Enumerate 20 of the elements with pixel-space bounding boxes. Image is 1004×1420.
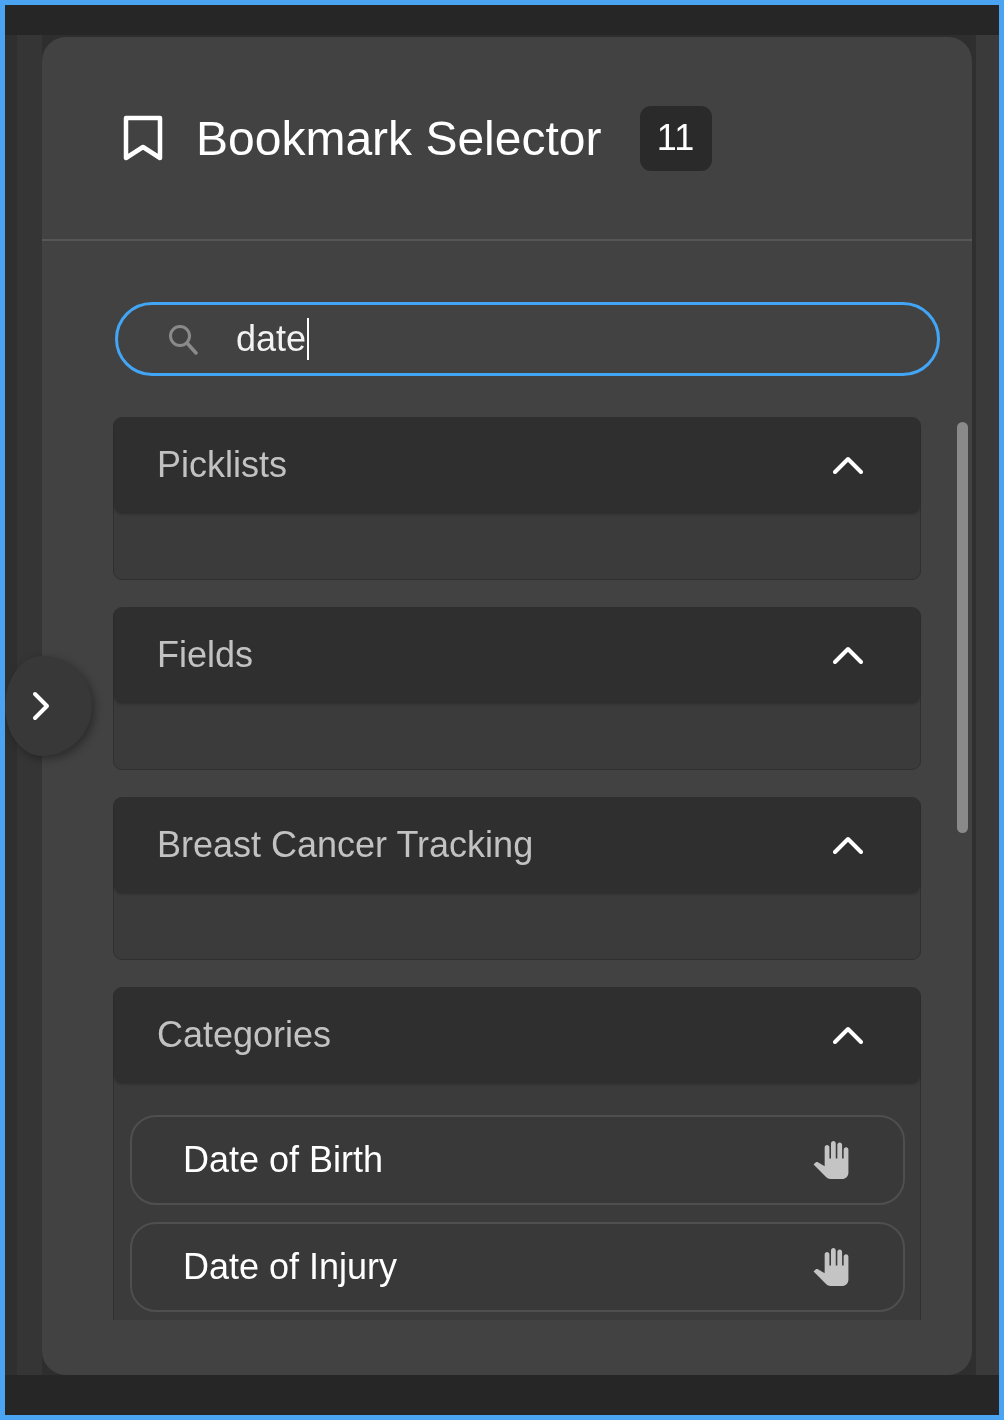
scrollbar-thumb[interactable] <box>957 422 968 833</box>
section-header[interactable]: Breast Cancer Tracking <box>114 798 920 892</box>
section-header[interactable]: Categories <box>114 988 920 1082</box>
chevron-up-icon <box>833 646 863 664</box>
bookmark-icon <box>123 115 163 161</box>
section-header[interactable]: Picklists <box>114 418 920 512</box>
bookmark-item[interactable]: Date of Injury <box>130 1222 905 1312</box>
bookmark-item[interactable]: Date of Birth <box>130 1115 905 1205</box>
panel-title: Bookmark Selector <box>196 110 602 166</box>
hand-icon[interactable] <box>812 1247 850 1287</box>
chevron-up-icon <box>833 1026 863 1044</box>
section-header[interactable]: Fields <box>114 608 920 702</box>
chevron-up-icon <box>833 836 863 854</box>
hand-icon[interactable] <box>812 1140 850 1180</box>
count-badge: 11 <box>639 105 712 171</box>
search-field[interactable]: date <box>115 302 940 376</box>
text-cursor-icon <box>307 318 310 360</box>
chevron-right-icon <box>32 691 50 721</box>
chevron-up-icon <box>833 456 863 474</box>
search-icon <box>168 323 198 355</box>
